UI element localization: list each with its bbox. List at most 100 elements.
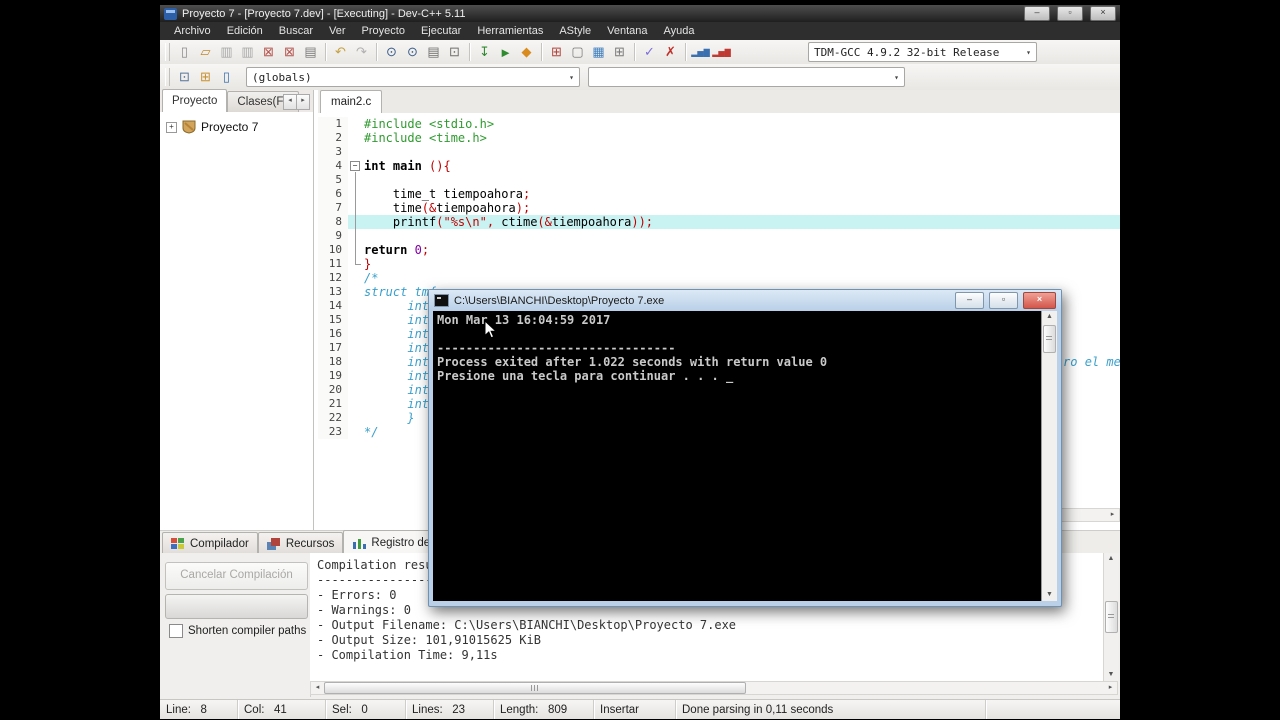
delete-profile-icon[interactable]: ▂▅▇: [711, 42, 732, 62]
shorten-paths-checkbox[interactable]: [169, 624, 183, 638]
expand-icon[interactable]: +: [166, 121, 177, 133]
title-bar[interactable]: Proyecto 7 - [Proyecto 7.dev] - [Executi…: [160, 5, 1120, 22]
tabs-scroll-left-icon[interactable]: ◂: [283, 94, 297, 110]
scroll-up-icon[interactable]: ▲: [1108, 553, 1115, 565]
menu-archivo[interactable]: Archivo: [166, 22, 219, 40]
find-icon[interactable]: ⊙: [381, 42, 402, 62]
undo-icon[interactable]: ↶: [330, 42, 351, 62]
menu-ejecutar[interactable]: Ejecutar: [413, 22, 469, 40]
toolbar-separator: [376, 43, 377, 61]
restore-button[interactable]: ▫: [1057, 6, 1083, 21]
compile-icon[interactable]: ↧: [474, 42, 495, 62]
run-icon[interactable]: ►: [495, 42, 516, 62]
tab-label: Recursos: [285, 537, 335, 550]
line-number: 9: [318, 229, 348, 243]
fold-gutter: [348, 327, 364, 341]
log-horizontal-scrollbar[interactable]: ◂ ▸: [310, 681, 1118, 695]
menu-edición[interactable]: Edición: [219, 22, 271, 40]
rebuild-icon[interactable]: ⊞: [546, 42, 567, 62]
chevron-down-icon: ▾: [1026, 47, 1031, 57]
scrollbar-thumb[interactable]: [324, 682, 746, 694]
scrollbar-thumb[interactable]: [1043, 325, 1056, 353]
code-text: time(&tiempoahora);: [364, 201, 531, 215]
debug-icon[interactable]: ✓: [639, 42, 660, 62]
fold-marker-icon: [348, 229, 364, 243]
project-options-icon[interactable]: ▦: [588, 42, 609, 62]
line-number: 2: [318, 131, 348, 145]
scroll-left-icon[interactable]: ◂: [311, 682, 324, 694]
code-text: return 0;: [364, 243, 430, 257]
new-source-icon[interactable]: ▯: [174, 42, 195, 62]
goto-line-icon[interactable]: ▤: [423, 42, 444, 62]
console-minimize-button[interactable]: –: [955, 292, 984, 309]
fold-gutter: [348, 369, 364, 383]
scroll-right-icon[interactable]: ▸: [1104, 682, 1117, 694]
line-number: 7: [318, 201, 348, 215]
symbol-select[interactable]: ▾: [588, 67, 905, 87]
add-watch-icon[interactable]: ⊞: [195, 67, 216, 87]
console-window[interactable]: C:\Users\BIANCHI\Desktop\Proyecto 7.exe …: [428, 289, 1062, 607]
menu-ver[interactable]: Ver: [321, 22, 354, 40]
line-number: 10: [318, 243, 348, 257]
view-file-icon[interactable]: ▯: [216, 67, 237, 87]
project-tree: + Proyecto 7: [160, 112, 313, 530]
close-all-icon[interactable]: ⊠: [279, 42, 300, 62]
code-line: 11}: [318, 257, 1120, 271]
menu-herramientas[interactable]: Herramientas: [469, 22, 551, 40]
menu-ayuda[interactable]: Ayuda: [656, 22, 703, 40]
window-grid-icon[interactable]: ⊞: [609, 42, 630, 62]
save-all-icon[interactable]: ▥: [237, 42, 258, 62]
minimize-button[interactable]: –: [1024, 6, 1050, 21]
code-line: 9: [318, 229, 1120, 243]
abort-icon[interactable]: ✗: [660, 42, 681, 62]
close-button[interactable]: ×: [1090, 6, 1116, 21]
console-output[interactable]: Mon Mar 13 16:04:59 2017 ----------------…: [433, 311, 1041, 601]
swap-header-icon[interactable]: ⊡: [444, 42, 465, 62]
code-line: 8 printf("%s\n", ctime(&tiempoahora));: [318, 215, 1120, 229]
console-title-bar[interactable]: C:\Users\BIANCHI\Desktop\Proyecto 7.exe …: [429, 290, 1061, 311]
log-vertical-scrollbar[interactable]: ▲ ▼: [1103, 553, 1118, 681]
scroll-down-icon[interactable]: ▼: [1108, 669, 1115, 681]
scroll-up-icon[interactable]: ▲: [1046, 311, 1053, 323]
profile-icon[interactable]: ▂▅▇: [690, 42, 711, 62]
tabs-scroll-right-icon[interactable]: ▸: [296, 94, 310, 110]
console-close-button[interactable]: ×: [1023, 292, 1056, 309]
tab-proyecto[interactable]: Proyecto: [162, 89, 228, 112]
scrollbar-thumb[interactable]: [1104, 601, 1118, 633]
console-body: Mon Mar 13 16:04:59 2017 ----------------…: [433, 311, 1057, 601]
close-file-icon[interactable]: ⊠: [258, 42, 279, 62]
compiler-select[interactable]: TDM-GCC 4.9.2 32-bit Release ▾: [808, 42, 1037, 62]
open-file-icon[interactable]: ▱: [195, 42, 216, 62]
scroll-right-icon[interactable]: ▸: [1106, 509, 1119, 521]
print-icon[interactable]: ▤: [300, 42, 321, 62]
shorten-paths-row[interactable]: Shorten compiler paths: [169, 624, 306, 638]
new-window-icon[interactable]: ▢: [567, 42, 588, 62]
console-title: C:\Users\BIANCHI\Desktop\Proyecto 7.exe: [454, 294, 665, 307]
menu-astyle[interactable]: AStyle: [551, 22, 599, 40]
scroll-down-icon[interactable]: ▼: [1046, 589, 1053, 601]
code-text: }: [364, 257, 372, 271]
menu-ventana[interactable]: Ventana: [599, 22, 655, 40]
tab-recursos[interactable]: Recursos: [257, 532, 344, 554]
tab-label: Compilador: [190, 537, 249, 550]
cancel-compile-button[interactable]: Cancelar Compilación: [165, 562, 308, 590]
compile-run-icon[interactable]: ◆: [516, 42, 537, 62]
console-vertical-scrollbar[interactable]: ▲ ▼: [1041, 311, 1057, 601]
shorten-paths-label: Shorten compiler paths: [188, 625, 307, 637]
scope-select[interactable]: (globals) ▾: [246, 67, 580, 87]
menu-buscar[interactable]: Buscar: [271, 22, 321, 40]
toolbar-icons: ▯ ▱ ▥ ▥ ⊠ ⊠ ▤ ↶ ↷ ⊙ ⊙ ▤ ⊡ ↧ ► ◆ ⊞ ▢ ▦ ⊞ ✓ ✗ ▂▅▇ ▂▅▇: [174, 42, 732, 62]
fold-gutter: [348, 397, 364, 411]
find-replace-icon[interactable]: ⊙: [402, 42, 423, 62]
fold-marker-icon[interactable]: [348, 159, 364, 173]
menu-proyecto[interactable]: Proyecto: [354, 22, 413, 40]
save-icon[interactable]: ▥: [216, 42, 237, 62]
nav-back-icon[interactable]: ⊡: [174, 67, 195, 87]
tab-compilador[interactable]: Compilador: [162, 532, 258, 554]
console-restore-button[interactable]: ▫: [989, 292, 1018, 309]
line-number: 8: [318, 215, 348, 229]
project-tree-root[interactable]: + Proyecto 7: [166, 120, 313, 134]
redo-icon[interactable]: ↷: [351, 42, 372, 62]
code-text: #include <stdio.h>: [364, 117, 495, 131]
editor-tab[interactable]: main2.c: [320, 90, 383, 113]
